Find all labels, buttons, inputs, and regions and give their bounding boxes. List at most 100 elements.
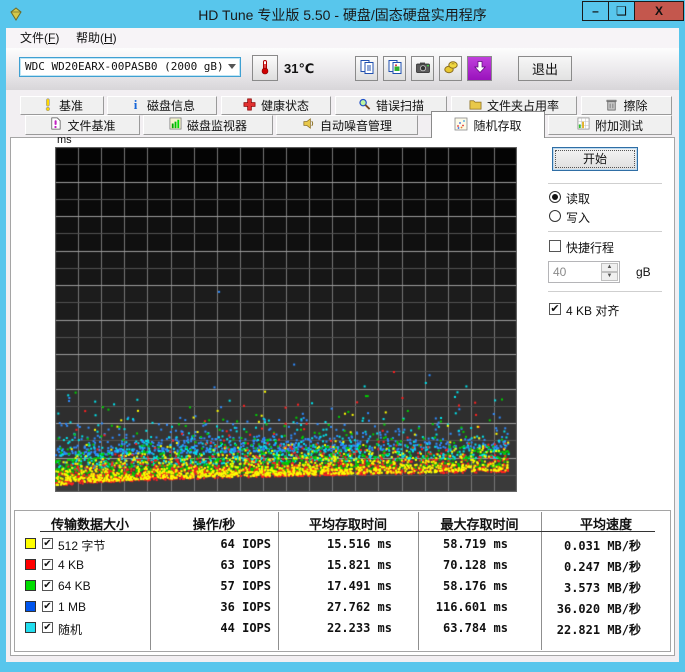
separator <box>548 231 662 233</box>
separator <box>548 183 662 185</box>
minimize-button[interactable]: – <box>582 1 609 21</box>
capacity-input[interactable]: 40 ▲ ▼ <box>548 261 620 283</box>
capacity-value: 40 <box>553 265 567 279</box>
tab-aam[interactable]: 自动噪音管理 <box>276 115 418 135</box>
tab-random-access[interactable]: 随机存取 <box>431 111 545 138</box>
tab-label: 磁盘信息 <box>146 99 195 113</box>
benchmark-icon <box>41 97 54 114</box>
start-button[interactable]: 开始 <box>552 147 638 171</box>
speed-value: 3.573 MB/秒 <box>563 581 641 595</box>
speaker-icon <box>302 117 315 133</box>
tab-health[interactable]: 健康状态 <box>221 96 331 115</box>
temperature-button[interactable] <box>252 55 278 81</box>
speed-value: 0.031 MB/秒 <box>563 539 641 553</box>
short-stroke-label: 快捷行程 <box>566 241 615 255</box>
write-label: 写入 <box>566 211 591 225</box>
series-label: 512 字节 <box>58 539 106 553</box>
tab-label: 基准 <box>58 99 83 113</box>
series-label: 4 KB <box>58 558 85 572</box>
copy-text-icon <box>359 59 375 78</box>
speed-value: 22.821 MB/秒 <box>556 623 641 637</box>
write-radio[interactable] <box>549 210 561 222</box>
short-stroke-checkbox[interactable] <box>549 240 561 252</box>
save-results-button[interactable] <box>467 56 492 81</box>
tab-label: 文件基准 <box>67 118 116 133</box>
max-value: 58.176 ms <box>442 579 508 593</box>
series-checkbox[interactable]: ✔ <box>42 580 53 591</box>
capacity-unit: gB <box>636 265 651 279</box>
thermometer-icon <box>257 59 273 78</box>
tab-disk-monitor[interactable]: 磁盘监视器 <box>143 115 273 135</box>
tab-erase[interactable]: 擦除 <box>581 96 672 115</box>
avg-value: 27.762 ms <box>326 600 392 614</box>
camera-icon <box>415 59 431 78</box>
read-label: 读取 <box>566 192 591 206</box>
copy-text-button[interactable] <box>355 56 378 81</box>
speed-value: 36.020 MB/秒 <box>556 602 641 616</box>
max-value: 70.128 ms <box>442 558 508 572</box>
copy-image-button[interactable] <box>383 56 406 81</box>
tab-label: 擦除 <box>623 99 648 113</box>
chart-grid-icon <box>577 117 590 133</box>
drive-select[interactable]: WDC WD20EARX-00PASB0 (2000 gB) <box>19 57 241 77</box>
screenshot-button[interactable] <box>411 56 434 81</box>
series-label: 64 KB <box>58 579 91 593</box>
max-value: 58.719 ms <box>442 537 508 551</box>
menu-bar: 文件(F) 帮助(H) <box>6 28 679 48</box>
max-value: 116.601 ms <box>435 600 508 614</box>
speed-value: 0.247 MB/秒 <box>563 560 641 574</box>
legend-square <box>25 601 36 612</box>
file-benchmark-icon <box>49 117 62 133</box>
spinner-down[interactable]: ▼ <box>601 272 618 281</box>
health-cross-icon <box>243 98 256 114</box>
legend-square <box>25 559 36 570</box>
chevron-down-icon <box>228 64 236 69</box>
separator <box>548 291 662 293</box>
series-checkbox[interactable]: ✔ <box>42 601 53 612</box>
tab-label: 错误扫描 <box>375 99 424 113</box>
read-radio[interactable] <box>549 191 561 203</box>
tab-file-benchmark[interactable]: 文件基准 <box>25 115 140 135</box>
scatter-icon <box>454 117 468 134</box>
align-checkbox[interactable]: ✔ <box>549 303 561 315</box>
svg-text:i: i <box>134 98 138 111</box>
ops-value: 64 IOPS <box>220 537 271 551</box>
menu-file[interactable]: 文件(F) <box>16 30 63 46</box>
temperature-value: 31℃ <box>284 61 315 76</box>
series-label: 随机 <box>58 623 83 637</box>
title-bar: HD Tune 专业版 5.50 - 硬盘/固态硬盘实用程序 – ❑ X <box>0 0 685 28</box>
ops-value: 36 IOPS <box>220 600 271 614</box>
max-value: 63.784 ms <box>442 621 508 635</box>
tab-extra-tests[interactable]: 附加测试 <box>548 115 672 135</box>
close-button[interactable]: X <box>634 1 684 21</box>
align-label: 4 KB 对齐 <box>566 304 620 318</box>
tab-label: 自动噪音管理 <box>319 118 392 133</box>
tab-benchmark[interactable]: 基准 <box>20 96 104 115</box>
legend-square <box>25 622 36 633</box>
series-checkbox[interactable]: ✔ <box>42 538 53 549</box>
legend-square <box>25 538 36 549</box>
info-icon: i <box>129 97 142 114</box>
series-checkbox[interactable]: ✔ <box>42 622 53 633</box>
spinner-up[interactable]: ▲ <box>601 263 618 272</box>
tab-disk-info[interactable]: i 磁盘信息 <box>107 96 217 115</box>
legend-square <box>25 580 36 591</box>
export-button[interactable] <box>439 56 462 81</box>
magnifier-icon <box>358 98 371 114</box>
series-checkbox[interactable]: ✔ <box>42 559 53 570</box>
y-axis-unit: ms <box>57 134 72 146</box>
coins-icon <box>443 59 459 78</box>
download-arrow-icon <box>472 59 488 78</box>
avg-value: 22.233 ms <box>326 621 392 635</box>
avg-value: 15.821 ms <box>326 558 392 572</box>
tab-label: 健康状态 <box>260 99 309 113</box>
exit-button[interactable]: 退出 <box>518 56 572 81</box>
series-label: 1 MB <box>58 600 87 614</box>
tab-label: 随机存取 <box>473 118 522 133</box>
ops-value: 44 IOPS <box>220 621 271 635</box>
maximize-button[interactable]: ❑ <box>608 1 635 21</box>
drive-select-value: WDC WD20EARX-00PASB0 (2000 gB) <box>25 60 224 73</box>
trash-icon <box>605 98 618 114</box>
tab-label: 磁盘监视器 <box>186 118 247 133</box>
menu-help[interactable]: 帮助(H) <box>72 30 121 46</box>
